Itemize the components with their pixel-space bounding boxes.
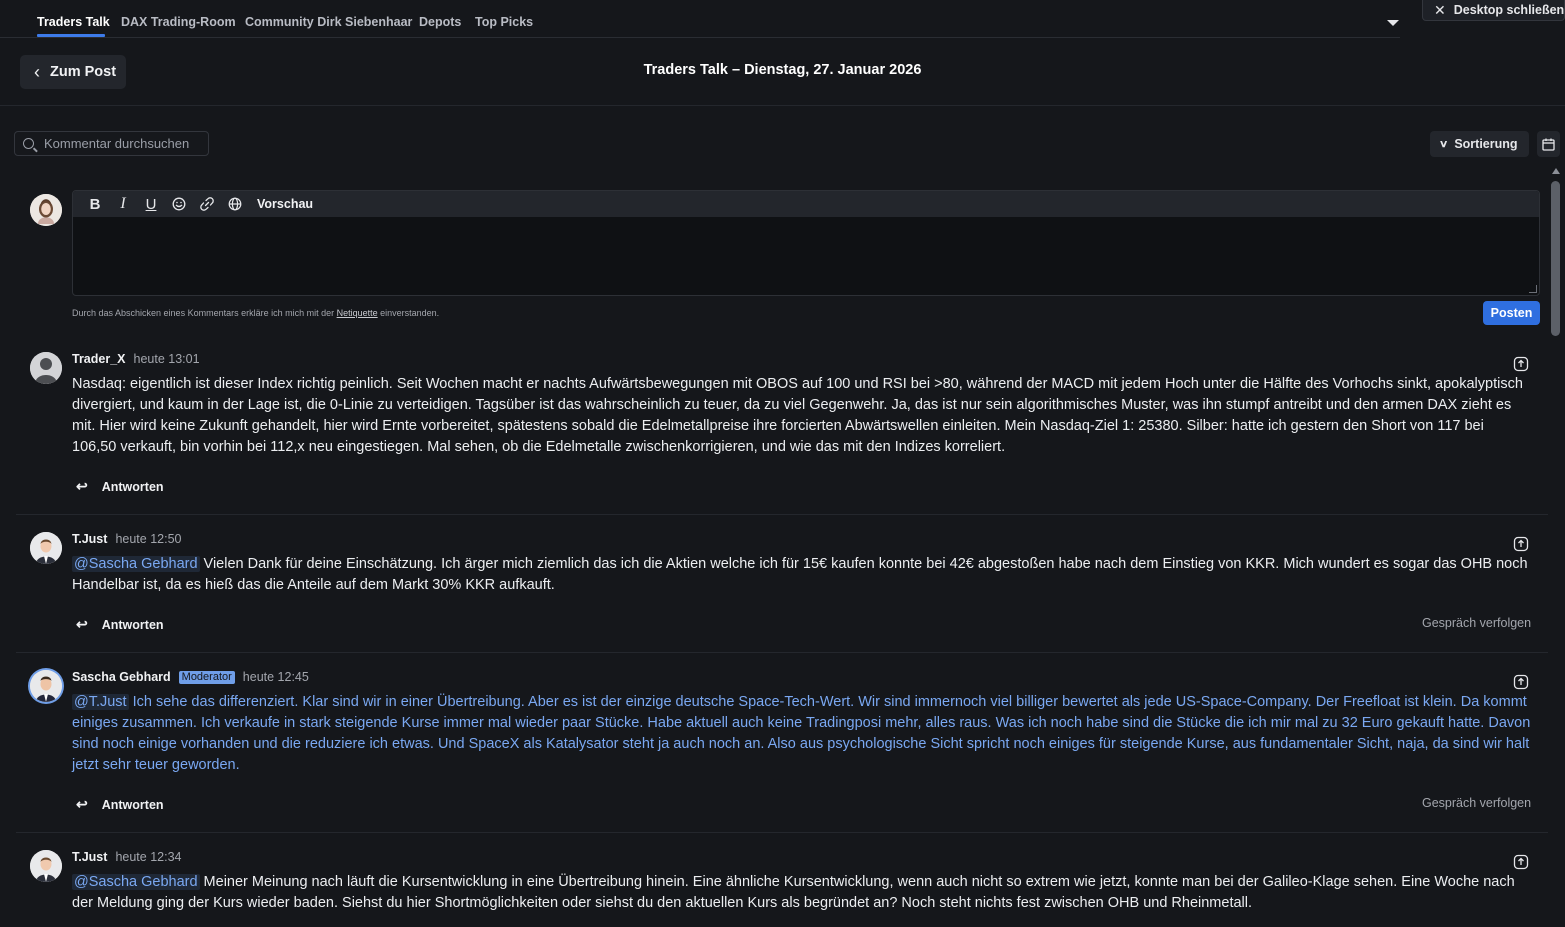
- share-icon: [1513, 674, 1529, 690]
- share-icon: [1513, 356, 1529, 372]
- search-icon: [23, 138, 34, 149]
- user-mention[interactable]: @Sascha Gebhard: [72, 556, 200, 572]
- chevron-down-icon: ∨: [1438, 138, 1449, 150]
- tab-dax-trading-room[interactable]: DAX Trading-Room: [121, 15, 236, 29]
- active-tab-indicator: [37, 34, 105, 37]
- reply-button[interactable]: ↩ Antworten: [76, 796, 164, 813]
- comment-divider: [16, 652, 1548, 653]
- sort-label: Sortierung: [1454, 137, 1518, 151]
- user-mention[interactable]: @T.Just: [72, 694, 129, 710]
- comment-header: T.Just heute 12:34: [72, 850, 181, 864]
- comment-header: T.Just heute 12:50: [72, 532, 181, 546]
- comment-time: heute 12:50: [115, 532, 182, 546]
- current-user-avatar: [30, 194, 62, 226]
- share-icon: [1513, 854, 1529, 870]
- comment-editor[interactable]: B I U Vorschau: [72, 190, 1540, 296]
- reply-button[interactable]: ↩ Antworten: [76, 616, 164, 633]
- comment-body: Vielen Dank für deine Einschätzung. Ich …: [72, 556, 1528, 593]
- italic-icon[interactable]: I: [109, 194, 137, 214]
- comment-author[interactable]: Trader_X: [72, 352, 126, 366]
- avatar: [30, 352, 62, 384]
- page: Traders Talk DAX Trading-Room Community …: [0, 0, 1565, 927]
- close-desktop-button[interactable]: ✕ Desktop schließen: [1422, 0, 1565, 21]
- post-button[interactable]: Posten: [1483, 301, 1540, 325]
- comment-time: heute 13:01: [133, 352, 200, 366]
- header-divider: [0, 105, 1565, 106]
- preview-tab[interactable]: Vorschau: [257, 197, 313, 211]
- bold-icon[interactable]: B: [81, 194, 109, 214]
- comment-body: Nasdaq: eigentlich ist dieser Index rich…: [72, 376, 1523, 455]
- share-button[interactable]: [1511, 852, 1531, 872]
- follow-conversation-button[interactable]: Gespräch verfolgen: [1422, 616, 1531, 630]
- underline-icon[interactable]: U: [137, 194, 165, 214]
- terms-text-after: einverstanden.: [377, 308, 440, 318]
- comment-body: Meiner Meinung nach läuft die Kursentwic…: [72, 874, 1515, 911]
- comment-author[interactable]: T.Just: [72, 850, 107, 864]
- chevron-down-icon[interactable]: [1387, 20, 1399, 26]
- comment-search[interactable]: [14, 131, 209, 156]
- comment-author[interactable]: T.Just: [72, 532, 107, 546]
- calendar-icon: [1542, 138, 1555, 151]
- close-desktop-label: Desktop schließen: [1453, 3, 1565, 17]
- comment-textarea[interactable]: [73, 217, 1539, 295]
- top-navigation: Traders Talk DAX Trading-Room Community …: [0, 0, 1400, 38]
- page-title: Traders Talk – Dienstag, 27. Januar 2026: [643, 62, 922, 78]
- share-button[interactable]: [1511, 672, 1531, 692]
- reply-label: Antworten: [101, 617, 164, 632]
- comment-time: heute 12:45: [242, 670, 309, 684]
- share-icon: [1513, 536, 1529, 552]
- comment-text: @T.Just Ich sehe das differenziert. Klar …: [72, 692, 1532, 776]
- close-icon: ✕: [1434, 1, 1446, 18]
- avatar: [30, 850, 62, 882]
- reply-button[interactable]: ↩ Antworten: [76, 478, 164, 495]
- terms-text-before: Durch das Abschicken eines Kommentars er…: [72, 308, 337, 318]
- search-input[interactable]: [44, 136, 204, 151]
- reply-label: Antworten: [101, 479, 164, 494]
- tab-top-picks[interactable]: Top Picks: [475, 15, 533, 29]
- comment-divider: [16, 514, 1548, 515]
- comment-divider: [16, 832, 1548, 833]
- scroll-up-arrow[interactable]: [1552, 168, 1560, 174]
- link-icon[interactable]: [193, 194, 221, 214]
- terms-notice: Durch das Abschicken eines Kommentars er…: [72, 308, 439, 318]
- tab-community-dirk-siebenhaar[interactable]: Community Dirk Siebenhaar: [245, 15, 412, 29]
- tab-traders-talk[interactable]: Traders Talk: [37, 15, 110, 29]
- user-mention[interactable]: @Sascha Gebhard: [72, 874, 200, 890]
- tab-depots[interactable]: Depots: [419, 15, 461, 29]
- comment-text: Nasdaq: eigentlich ist dieser Index rich…: [72, 374, 1532, 458]
- comment-body: Ich sehe das differenziert. Klar sind wi…: [72, 694, 1531, 773]
- netiquette-link[interactable]: Netiquette: [337, 308, 378, 318]
- sort-button[interactable]: ∨ Sortierung: [1430, 131, 1529, 157]
- comment-header: Sascha Gebhard Moderator heute 12:45: [72, 670, 309, 684]
- resize-handle[interactable]: [1529, 285, 1537, 293]
- editor-toolbar: B I U Vorschau: [73, 191, 1539, 217]
- reply-label: Antworten: [101, 797, 164, 812]
- comment-text: @Sascha Gebhard Meiner Meinung nach läuft…: [72, 872, 1532, 914]
- reply-icon: ↩: [76, 616, 88, 632]
- globe-icon[interactable]: [221, 194, 249, 214]
- comment-time: heute 12:34: [115, 850, 182, 864]
- share-button[interactable]: [1511, 354, 1531, 374]
- avatar: [30, 532, 62, 564]
- emoji-icon[interactable]: [165, 194, 193, 214]
- reply-icon: ↩: [76, 478, 88, 494]
- comment-text: @Sascha Gebhard Vielen Dank für deine Ein…: [72, 554, 1532, 596]
- share-button[interactable]: [1511, 534, 1531, 554]
- avatar: [30, 670, 62, 702]
- comment-author[interactable]: Sascha Gebhard: [72, 670, 171, 684]
- scrollbar-thumb[interactable]: [1551, 181, 1560, 336]
- calendar-button[interactable]: [1537, 131, 1560, 157]
- reply-icon: ↩: [76, 796, 88, 812]
- moderator-badge: Moderator: [178, 670, 235, 684]
- follow-conversation-button[interactable]: Gespräch verfolgen: [1422, 796, 1531, 810]
- comment-header: Trader_X heute 13:01: [72, 352, 200, 366]
